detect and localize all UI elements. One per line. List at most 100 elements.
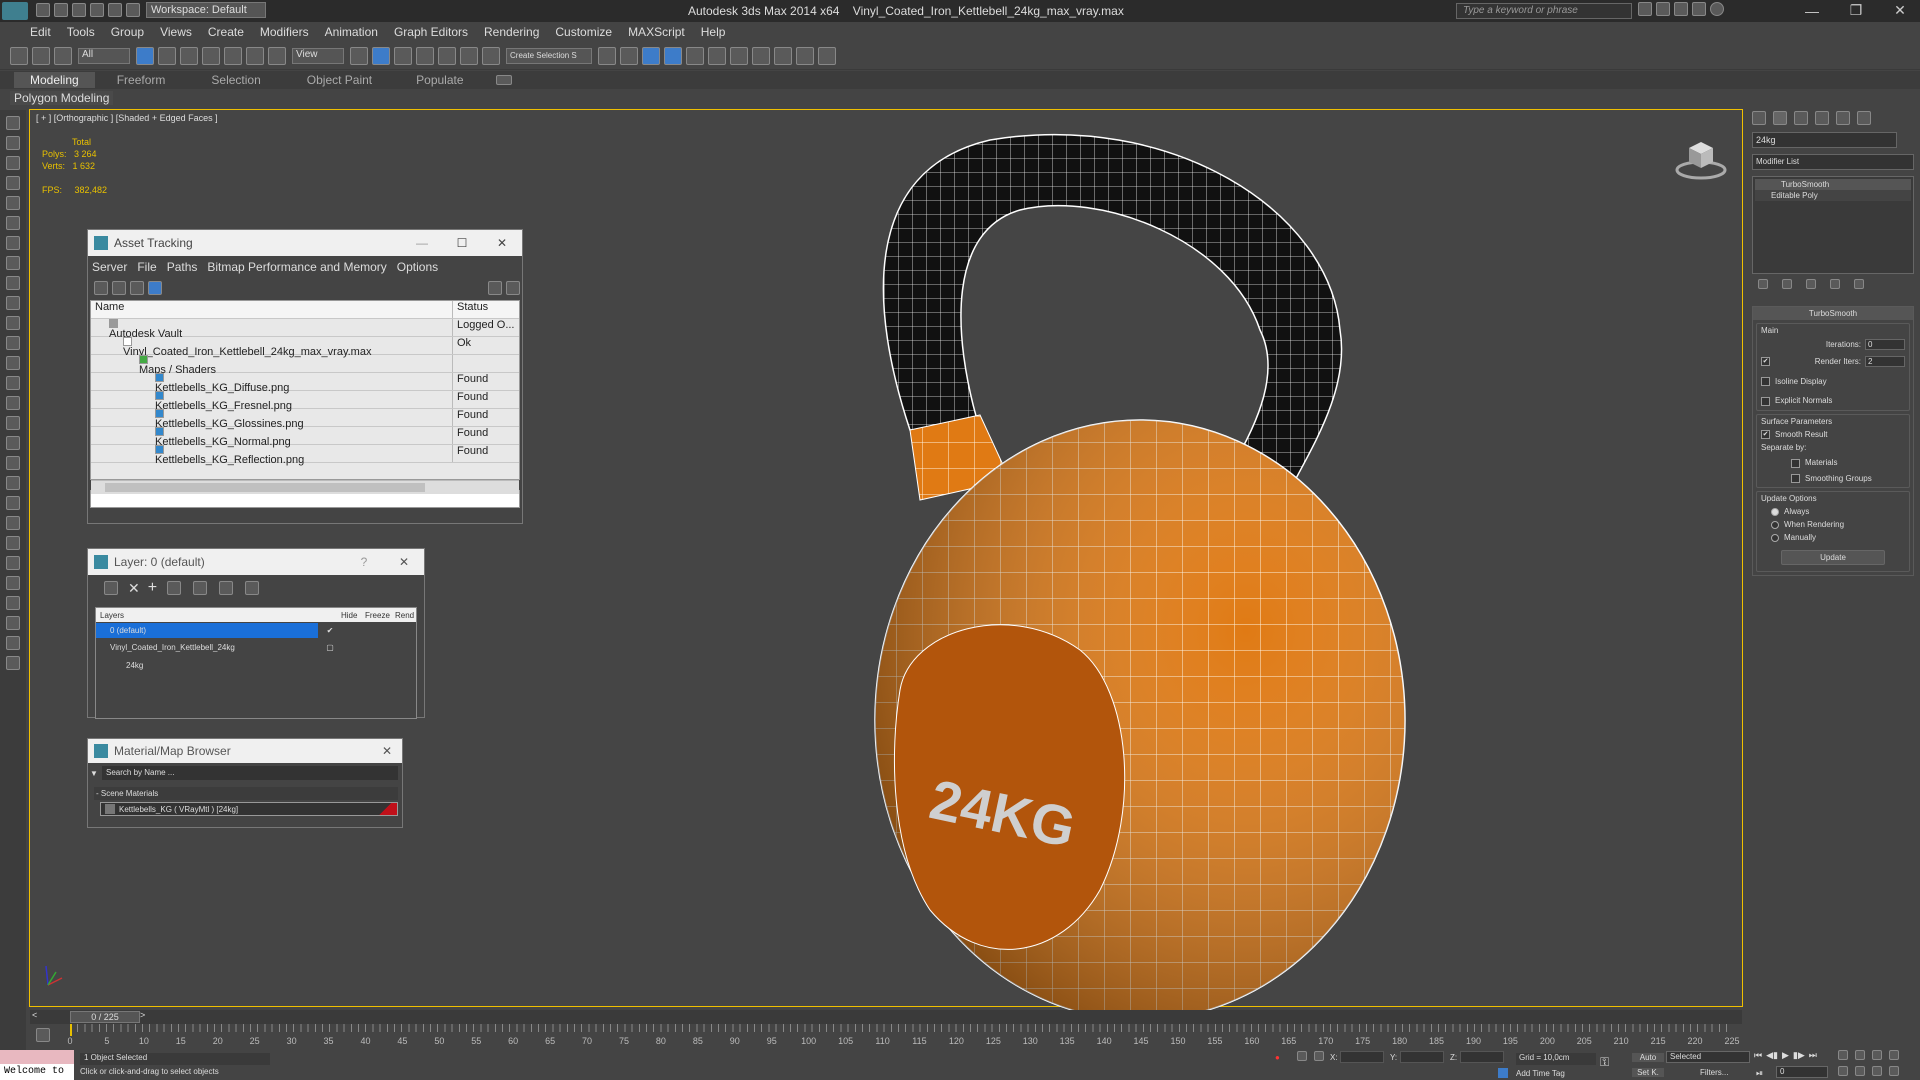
col-render[interactable]: Rend xyxy=(395,611,414,620)
menu-animation[interactable]: Animation xyxy=(325,25,378,39)
x-field[interactable] xyxy=(1340,1051,1384,1063)
lock-selection-icon[interactable]: ● xyxy=(1275,1053,1280,1062)
maximize-icon[interactable]: ☐ xyxy=(442,236,482,250)
help-icon[interactable] xyxy=(1710,2,1724,16)
next-frame-icon[interactable]: ▮▶ xyxy=(1793,1050,1805,1061)
tool-25-icon[interactable] xyxy=(6,596,20,610)
auto-key-button[interactable]: Auto xyxy=(1632,1053,1664,1062)
tab-modeling[interactable]: Modeling xyxy=(14,72,95,88)
schematic-view-icon[interactable] xyxy=(730,46,748,65)
time-slider-prev-icon[interactable]: < xyxy=(32,1010,37,1020)
close-icon[interactable]: ✕ xyxy=(482,236,522,250)
key-mode-dropdown[interactable]: Selected xyxy=(1666,1051,1750,1063)
menu-maxscript[interactable]: MAXScript xyxy=(628,25,685,39)
key-icon[interactable]: ⚿ xyxy=(1600,1055,1609,1070)
add-time-tag[interactable]: Add Time Tag xyxy=(1516,1069,1565,1078)
menu-group[interactable]: Group xyxy=(111,25,144,39)
tool-22-icon[interactable] xyxy=(6,536,20,550)
tool-3-icon[interactable] xyxy=(6,156,20,170)
zoom-extents-all-icon[interactable] xyxy=(1889,1050,1899,1060)
viewcube[interactable] xyxy=(1675,134,1727,182)
tool-5-icon[interactable] xyxy=(6,196,20,210)
render-iters-spinner[interactable]: 2 xyxy=(1865,356,1905,367)
help-icon[interactable] xyxy=(488,281,502,295)
key-filters-button[interactable]: Filters... xyxy=(1700,1068,1728,1077)
select-by-name-icon[interactable] xyxy=(158,46,176,65)
modifier-list-dropdown[interactable]: Modifier List xyxy=(1752,154,1914,170)
menu-options[interactable]: Options xyxy=(397,260,438,274)
bind-spacewarp-icon[interactable] xyxy=(54,46,72,65)
smooth-result-checkbox[interactable]: ✔ xyxy=(1761,430,1770,440)
tool-27-icon[interactable] xyxy=(6,636,20,650)
kettlebell-model[interactable]: 24KG xyxy=(870,130,1470,1010)
rendered-frame-icon[interactable] xyxy=(796,46,814,65)
time-slider-next-icon[interactable]: > xyxy=(140,1010,145,1020)
tool-13-icon[interactable] xyxy=(6,356,20,370)
zoom-all-icon[interactable] xyxy=(1855,1050,1865,1060)
window-crossing-icon[interactable] xyxy=(202,46,220,65)
tool-6-icon[interactable] xyxy=(6,216,20,230)
active-layer-check-icon[interactable]: ✔ xyxy=(318,626,342,635)
material-item[interactable]: Kettlebells_KG ( VRayMtl ) [24kg] xyxy=(100,802,398,816)
link-icon[interactable] xyxy=(10,46,28,65)
tab-selection[interactable]: Selection xyxy=(179,72,292,88)
smoothing-groups-checkbox[interactable] xyxy=(1791,473,1800,483)
tool-11-icon[interactable] xyxy=(6,316,20,330)
selection-filter-dropdown[interactable]: All xyxy=(78,47,130,64)
tool-26-icon[interactable] xyxy=(6,616,20,630)
align-icon[interactable] xyxy=(620,46,638,65)
key-mode-toggle-icon[interactable]: ⏯ xyxy=(1756,1068,1763,1079)
material-browser-titlebar[interactable]: Material/Map Browser ✕ xyxy=(88,739,402,763)
tab-populate[interactable]: Populate xyxy=(386,72,493,88)
spinner-snap-icon[interactable] xyxy=(460,46,478,65)
minimize-icon[interactable]: — xyxy=(402,236,442,250)
tool-2-icon[interactable] xyxy=(6,136,20,150)
search-input[interactable]: Type a keyword or phrase xyxy=(1456,3,1632,19)
menu-create[interactable]: Create xyxy=(208,25,244,39)
subscription-icon[interactable] xyxy=(1656,2,1670,16)
create-layer-icon[interactable] xyxy=(104,581,118,595)
tool-8-icon[interactable] xyxy=(6,256,20,270)
menu-rendering[interactable]: Rendering xyxy=(484,25,539,39)
curve-editor-icon[interactable] xyxy=(708,46,726,65)
star-icon[interactable] xyxy=(1692,2,1706,16)
manually-radio[interactable] xyxy=(1771,533,1779,542)
tab-object-paint[interactable]: Object Paint xyxy=(293,72,386,88)
prev-frame-icon[interactable]: ◀▮ xyxy=(1766,1050,1778,1061)
edit-named-selection-icon[interactable] xyxy=(482,46,500,65)
absolute-mode-icon[interactable] xyxy=(1297,1051,1307,1061)
remove-modifier-icon[interactable] xyxy=(1830,279,1840,289)
layer-row[interactable]: 24kg xyxy=(96,656,416,674)
redo-icon[interactable] xyxy=(108,3,122,17)
rect-selection-icon[interactable] xyxy=(180,46,198,65)
col-status[interactable]: Status xyxy=(453,301,488,318)
table-row[interactable]: Maps / Shaders xyxy=(91,355,519,376)
table-row[interactable]: Vinyl_Coated_Iron_Kettlebell_24kg_max_vr… xyxy=(91,337,519,358)
menu-help[interactable]: Help xyxy=(701,25,726,39)
layer-row[interactable]: Vinyl_Coated_Iron_Kettlebell_24kg ▢ xyxy=(96,638,416,656)
scene-materials-group[interactable]: - Scene Materials xyxy=(94,787,398,800)
table-row[interactable]: Autodesk Vault Logged O... xyxy=(91,319,519,340)
tool-18-icon[interactable] xyxy=(6,456,20,470)
table-view-icon[interactable] xyxy=(148,281,162,295)
graphite-ribbon-icon[interactable] xyxy=(686,46,704,65)
reference-coord-dropdown[interactable]: View xyxy=(292,47,344,64)
table-row[interactable]: Kettlebells_KG_Diffuse.png Found xyxy=(91,373,519,394)
close-icon[interactable]: ✕ xyxy=(384,555,424,569)
material-search-input[interactable]: Search by Name ... xyxy=(102,766,398,780)
utilities-tab-icon[interactable] xyxy=(1857,111,1871,125)
when-rendering-radio[interactable] xyxy=(1771,520,1779,529)
help-button[interactable]: ? xyxy=(344,555,384,569)
settings-icon[interactable] xyxy=(506,281,520,295)
table-row[interactable]: Kettlebells_KG_Fresnel.png Found xyxy=(91,391,519,412)
tool-19-icon[interactable] xyxy=(6,476,20,490)
y-field[interactable] xyxy=(1400,1051,1444,1063)
stack-item-editable-poly[interactable]: Editable Poly xyxy=(1755,190,1911,201)
explicit-normals-checkbox[interactable] xyxy=(1761,396,1770,406)
col-name[interactable]: Name xyxy=(91,301,453,318)
time-slider-thumb[interactable]: 0 / 225 xyxy=(70,1011,140,1023)
menu-edit[interactable]: Edit xyxy=(30,25,51,39)
tool-14-icon[interactable] xyxy=(6,376,20,390)
render-icon[interactable] xyxy=(818,46,836,65)
tool-28-icon[interactable] xyxy=(6,656,20,670)
